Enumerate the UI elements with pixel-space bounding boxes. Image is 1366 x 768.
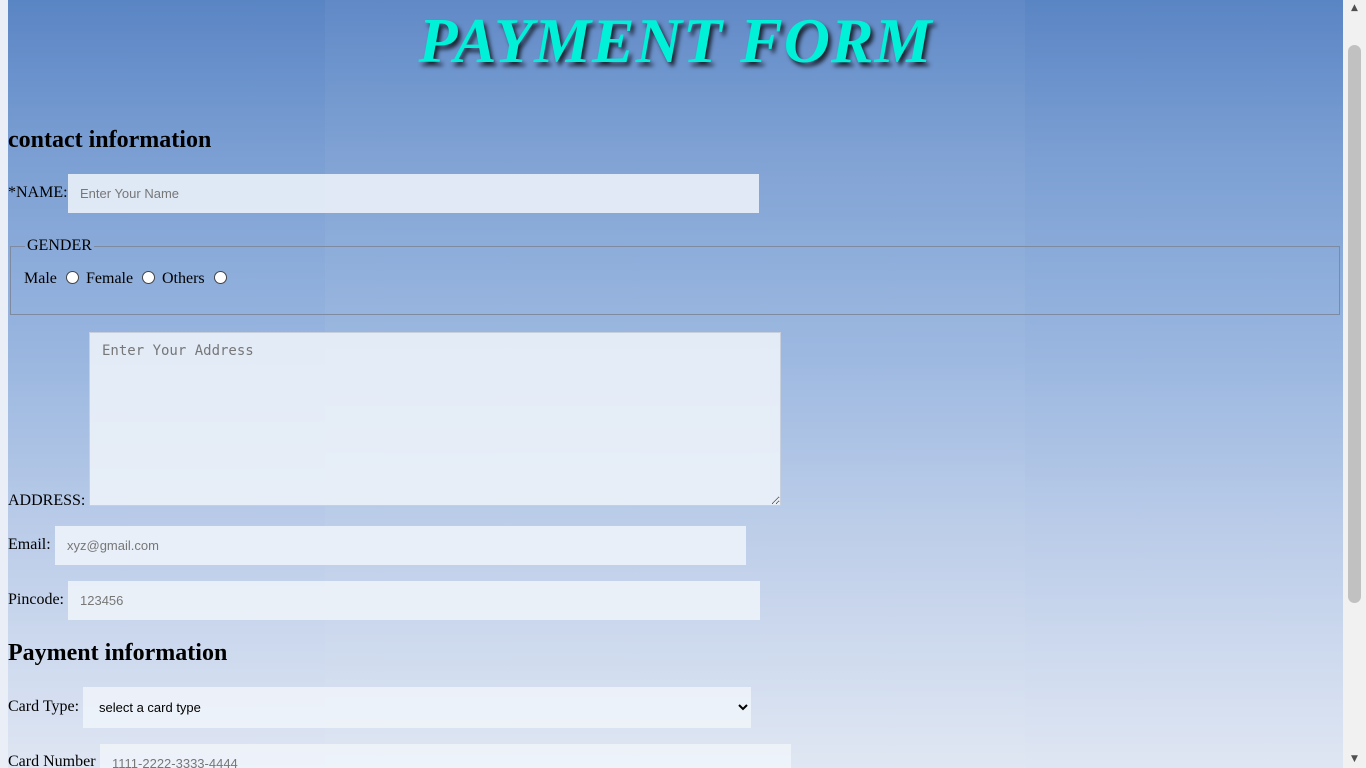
gender-male-radio[interactable]	[66, 271, 79, 284]
page-title: PAYMENT FORM	[418, 5, 933, 76]
card-type-select[interactable]: select a card type	[83, 687, 751, 728]
gender-fieldset: GENDER	[10, 237, 1340, 315]
name-input[interactable]	[68, 174, 759, 213]
card-number-label: Card Number	[8, 753, 96, 768]
gender-female-radio[interactable]	[142, 271, 155, 284]
vertical-scrollbar[interactable]: ▲ ▼	[1343, 0, 1366, 768]
gender-legend: GENDER	[27, 237, 92, 254]
contact-heading: contact information	[8, 127, 212, 153]
scrollbar-thumb[interactable]	[1348, 45, 1361, 603]
form-page: PAYMENT FORM contact information *NAME: …	[8, 0, 1343, 768]
email-label: Email:	[8, 536, 51, 553]
card-type-label: Card Type:	[8, 698, 80, 715]
gender-female-label: Female	[86, 270, 134, 287]
scroll-down-arrow-icon[interactable]: ▼	[1343, 751, 1366, 768]
gender-others-label: Others	[162, 270, 205, 287]
scroll-up-arrow-icon[interactable]: ▲	[1343, 0, 1366, 17]
address-textarea[interactable]	[89, 332, 781, 506]
address-label: ADDRESS:	[8, 492, 86, 509]
email-input[interactable]	[55, 526, 746, 565]
card-number-input[interactable]	[100, 744, 791, 768]
payment-heading: Payment information	[8, 640, 228, 666]
pincode-input[interactable]	[68, 581, 760, 620]
name-label: *NAME:	[8, 184, 68, 201]
pincode-label: Pincode:	[8, 591, 64, 608]
gender-others-radio[interactable]	[214, 271, 227, 284]
gender-male-label: Male	[24, 270, 57, 287]
